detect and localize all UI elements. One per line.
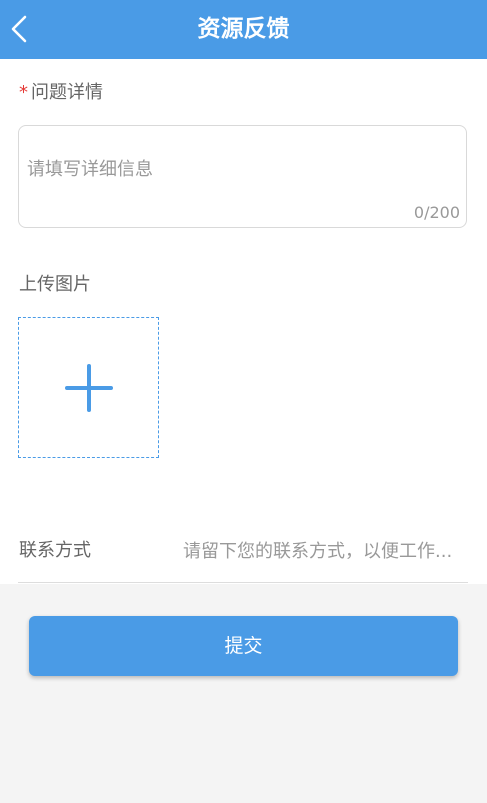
add-image-button[interactable] (18, 317, 159, 458)
divider (18, 582, 468, 583)
chevron-left-icon (11, 15, 27, 43)
plus-icon (65, 364, 113, 412)
upload-label: 上传图片 (19, 274, 91, 295)
detail-section-label: * 问题详情 (19, 81, 103, 105)
required-mark: * (19, 82, 28, 103)
char-counter: 0/200 (413, 203, 460, 222)
page-title: 资源反馈 (197, 16, 290, 42)
back-button[interactable] (0, 0, 52, 59)
detail-textarea-box: 0/200 (18, 125, 467, 228)
contact-label: 联系方式 (19, 540, 91, 561)
detail-label: 问题详情 (31, 82, 103, 103)
detail-input[interactable] (27, 156, 447, 182)
app-header: 资源反馈 (0, 0, 487, 59)
contact-input[interactable] (183, 537, 467, 565)
submit-button[interactable]: 提交 (29, 616, 458, 676)
